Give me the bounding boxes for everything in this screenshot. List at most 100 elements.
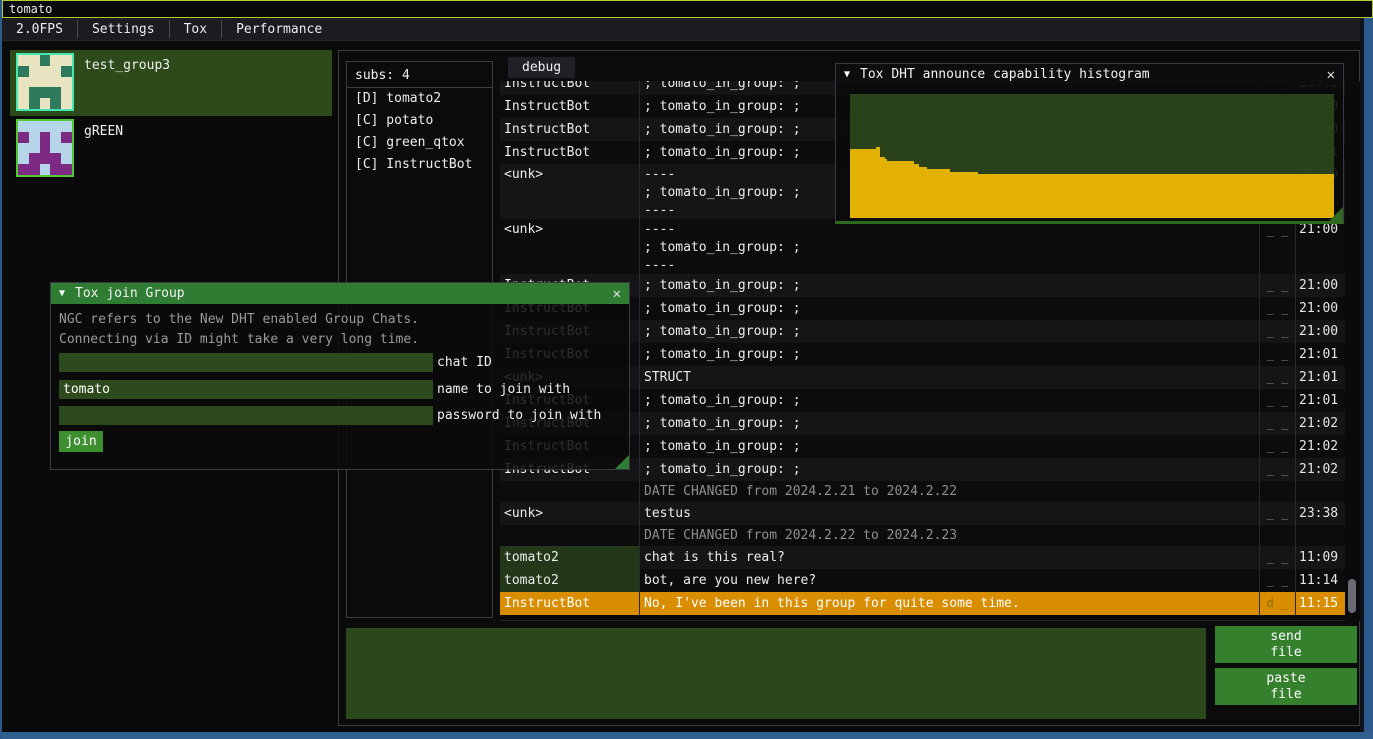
chat-id-field[interactable] [59,353,433,372]
date-separator-text: DATE CHANGED from 2024.2.21 to 2024.2.22 [640,481,1260,502]
message-flags: _ _ [1260,297,1296,320]
message-flags [1260,525,1296,546]
member-list-item[interactable]: [C] green_qtox [347,132,492,154]
avatar-pixel [40,132,51,143]
message-time: 21:00 [1296,274,1345,297]
avatar-pixel [18,87,29,98]
send-file-button[interactable]: send file [1215,626,1357,663]
group-name: test_group3 [84,58,170,73]
avatar-pixel [40,153,51,164]
menu-item-performance[interactable]: Performance [222,18,336,40]
join-password-field[interactable] [59,406,433,425]
message-author: <unk> [500,164,640,219]
avatar-pixel [29,153,40,164]
resize-grip[interactable] [615,455,629,469]
avatar-pixel [18,164,29,175]
menu-item-tox[interactable]: Tox [170,18,221,40]
window-titlebar[interactable]: tomato [2,0,1373,18]
chat-scrollbar-thumb[interactable] [1348,579,1356,613]
message-flags: _ _ [1260,435,1296,458]
avatar-pixel [61,132,72,143]
join-name-field[interactable] [59,380,433,399]
collapse-arrow-icon[interactable]: ▼ [844,69,850,80]
identicon-avatar [16,119,74,177]
dht-histogram-titlebar[interactable]: ▼ Tox DHT announce capability histogram … [836,64,1343,85]
resize-grip[interactable] [1329,207,1343,221]
avatar-pixel [18,77,29,88]
join-name-label: name to join with [437,380,570,399]
close-icon[interactable]: ✕ [613,286,621,302]
avatar-pixel [61,87,72,98]
member-list-item[interactable]: [C] InstructBot [347,154,492,176]
ngc-info-line2: Connecting via ID might take a very long… [51,330,629,350]
histogram-bar [950,172,978,218]
group-list-item[interactable]: test_group3 [10,50,332,116]
avatar-pixel [50,164,61,175]
message-text: ; tomato_in_group: ; [640,274,1260,297]
paste-file-button[interactable]: paste file [1215,668,1357,705]
tab-debug[interactable]: debug [508,57,575,78]
avatar-pixel [50,153,61,164]
message-text: ; tomato_in_group: ; [640,343,1260,366]
message-flags: _ _ [1260,389,1296,412]
avatar-pixel [18,143,29,154]
message-author: <unk> [500,219,640,274]
avatar-pixel [50,121,61,132]
message-flags: d _ [1260,592,1296,615]
message-text: chat is this real? [640,546,1260,569]
dht-histogram-plot [850,94,1334,218]
histogram-bar [850,149,876,218]
chat-message-row[interactable]: tomato2chat is this real?_ _11:09 [500,546,1345,569]
member-list-item[interactable]: [C] potato [347,110,492,132]
close-icon[interactable]: ✕ [1327,67,1335,83]
avatar-pixel [40,77,51,88]
avatar-pixel [61,98,72,109]
avatar-pixel [18,98,29,109]
date-separator-row: DATE CHANGED from 2024.2.22 to 2024.2.23 [500,525,1345,546]
member-list-item[interactable]: [D] tomato2 [347,88,492,110]
chat-message-row[interactable]: InstructBotNo, I've been in this group f… [500,592,1345,615]
avatar-pixel [29,55,40,66]
menu-item-settings[interactable]: Settings [78,18,169,40]
chat-message-row[interactable]: <unk>---- ; tomato_in_group: ; ----_ _21… [500,219,1345,274]
message-flags: _ _ [1260,219,1296,274]
message-text: ; tomato_in_group: ; [640,320,1260,343]
avatar-pixel [40,87,51,98]
avatar-pixel [50,87,61,98]
message-flags: _ _ [1260,502,1296,525]
message-time: 21:01 [1296,389,1345,412]
avatar-pixel [29,164,40,175]
chat-message-row[interactable]: <unk>testus_ _23:38 [500,502,1345,525]
avatar-pixel [18,55,29,66]
histogram-bar [927,169,950,218]
message-text: bot, are you new here? [640,569,1260,592]
message-time: 21:01 [1296,366,1345,389]
avatar-pixel [61,153,72,164]
avatar-pixel [50,66,61,77]
chat-id-label: chat ID [437,353,492,372]
avatar-pixel [18,153,29,164]
join-button[interactable]: join [59,431,103,452]
avatar-pixel [40,66,51,77]
message-text: No, I've been in this group for quite so… [640,592,1260,615]
message-text: testus [640,502,1260,525]
avatar-pixel [29,143,40,154]
collapse-arrow-icon[interactable]: ▼ [59,288,65,299]
avatar-pixel [40,121,51,132]
join-group-title: Tox join Group [75,286,185,301]
message-time: 21:01 [1296,343,1345,366]
chat-message-row[interactable]: tomato2bot, are you new here?_ _11:14 [500,569,1345,592]
message-input[interactable] [346,628,1206,719]
message-text: ; tomato_in_group: ; [640,389,1260,412]
chat-scrollbar-track[interactable] [1345,81,1360,621]
join-group-titlebar[interactable]: ▼ Tox join Group ✕ [51,283,629,304]
dht-histogram-title: Tox DHT announce capability histogram [860,67,1150,82]
message-author: InstructBot [500,95,640,118]
group-list-item[interactable]: gREEN [10,116,332,182]
fps-counter: 2.0FPS [2,18,77,40]
histogram-bar [919,167,927,218]
histogram-bar [887,161,914,218]
avatar-pixel [40,98,51,109]
avatar-pixel [29,98,40,109]
window-title: tomato [9,2,52,16]
